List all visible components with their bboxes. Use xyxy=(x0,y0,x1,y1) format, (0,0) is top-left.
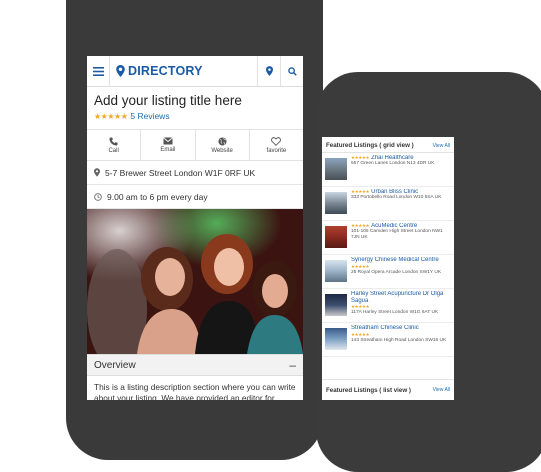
listing-thumbnail xyxy=(325,226,347,248)
listing-address: 117A Harley Street London W1G 6AT UK xyxy=(351,310,439,315)
call-button[interactable]: Call xyxy=(87,130,142,160)
featured-list-title: Featured Listings ( list view ) xyxy=(326,386,411,394)
rating-line: ★★★★★ 5 Reviews xyxy=(94,111,296,121)
featured-list-header: Featured Listings ( list view ) View All xyxy=(322,379,454,400)
listing-thumbnail xyxy=(325,328,347,350)
list-item[interactable]: ★★★★★ AcuMedic Centre 101-105 Camden High… xyxy=(322,221,454,255)
search-button[interactable] xyxy=(280,56,303,86)
website-label: Website xyxy=(211,147,233,154)
favorite-button[interactable]: favorite xyxy=(250,130,303,160)
listing-address: 25 Royal Opera Arcade London SW1Y UK xyxy=(351,269,442,275)
brand-name: DIRECTORY xyxy=(128,64,203,78)
listing-address: 101-105 Camden High Street London NW1 7J… xyxy=(351,229,443,240)
clock-icon xyxy=(94,192,102,201)
list-item[interactable]: Synergy Chinese Medical Centre ★★★★★ 25 … xyxy=(322,255,454,289)
hamburger-icon xyxy=(92,66,104,76)
address-text: 5-7 Brewer Street London W1F 0RF UK xyxy=(105,167,256,178)
action-bar: Call Email Website favorite xyxy=(87,129,303,161)
hours-text: 9.00 am to 6 pm every day xyxy=(107,191,208,202)
email-icon xyxy=(163,137,173,145)
heart-icon xyxy=(271,136,282,146)
phone-icon xyxy=(109,136,118,146)
collapse-icon[interactable]: – xyxy=(289,358,296,372)
star-rating: ★★★★★ xyxy=(94,111,128,121)
location-button[interactable] xyxy=(257,56,280,86)
listing-address: 333 Portobello Road London W10 5SA UK xyxy=(351,195,442,200)
location-icon xyxy=(94,168,100,177)
email-label: Email xyxy=(160,147,176,153)
globe-icon xyxy=(218,136,227,146)
listing-title: Add your listing title here xyxy=(94,93,242,108)
list-item[interactable]: Streatham Chinese Clinic ★★★★★ 143 Strea… xyxy=(322,323,454,357)
map-pin-icon xyxy=(265,66,273,76)
menu-button[interactable] xyxy=(87,56,110,86)
overview-title: Overview xyxy=(94,359,136,371)
listing-photo xyxy=(87,209,303,354)
search-icon xyxy=(287,66,297,76)
overview-header[interactable]: Overview – xyxy=(87,354,303,376)
listing-header: Add your listing title here ★★★★★ 5 Revi… xyxy=(87,87,303,125)
listing-thumbnail xyxy=(325,192,347,214)
call-label: Call xyxy=(108,147,119,154)
view-all-list-link[interactable]: View All xyxy=(433,387,450,393)
featured-grid-title: Featured Listings ( grid view ) xyxy=(326,142,414,149)
hours-row: 9.00 am to 6 pm every day xyxy=(87,185,303,209)
listing-thumbnail xyxy=(325,158,347,180)
featured-grid-header: Featured Listings ( grid view ) View All xyxy=(322,137,454,153)
top-bar: DIRECTORY xyxy=(87,56,303,87)
listing-thumbnail xyxy=(325,260,347,282)
listing-screen: DIRECTORY Add your listing title here ★★… xyxy=(87,56,303,400)
list-item[interactable]: Harley Street Acupuncture Dr Olga Sagua … xyxy=(322,289,454,323)
website-button[interactable]: Website xyxy=(196,130,250,160)
listing-address: 557 Green Lanes London N13 4DR UK xyxy=(351,161,435,166)
listing-thumbnail xyxy=(325,294,347,316)
brand-logo[interactable]: DIRECTORY xyxy=(110,64,257,78)
address-row: 5-7 Brewer Street London W1F 0RF UK xyxy=(87,161,303,185)
list-item[interactable]: ★★★★★ Urban Bliss Clinic 333 Portobello R… xyxy=(322,187,454,221)
list-item[interactable]: ★★★★★ Zhai Healthcare 557 Green Lanes Lon… xyxy=(322,153,454,187)
listing-name[interactable]: Synergy Chinese Medical Centre xyxy=(351,257,451,264)
location-pin-icon xyxy=(116,65,125,77)
listing-address: 143 Streatham High Road London SW16 UK xyxy=(351,337,447,343)
reviews-link[interactable]: 5 Reviews xyxy=(130,111,169,121)
favorite-label: favorite xyxy=(266,147,287,154)
listing-name[interactable]: Harley Street Acupuncture Dr Olga Sagua xyxy=(351,291,451,304)
email-button[interactable]: Email xyxy=(141,130,196,160)
featured-screen: Featured Listings ( grid view ) View All… xyxy=(322,137,454,400)
view-all-link[interactable]: View All xyxy=(433,143,450,149)
overview-description: This is a listing description section wh… xyxy=(94,382,296,400)
